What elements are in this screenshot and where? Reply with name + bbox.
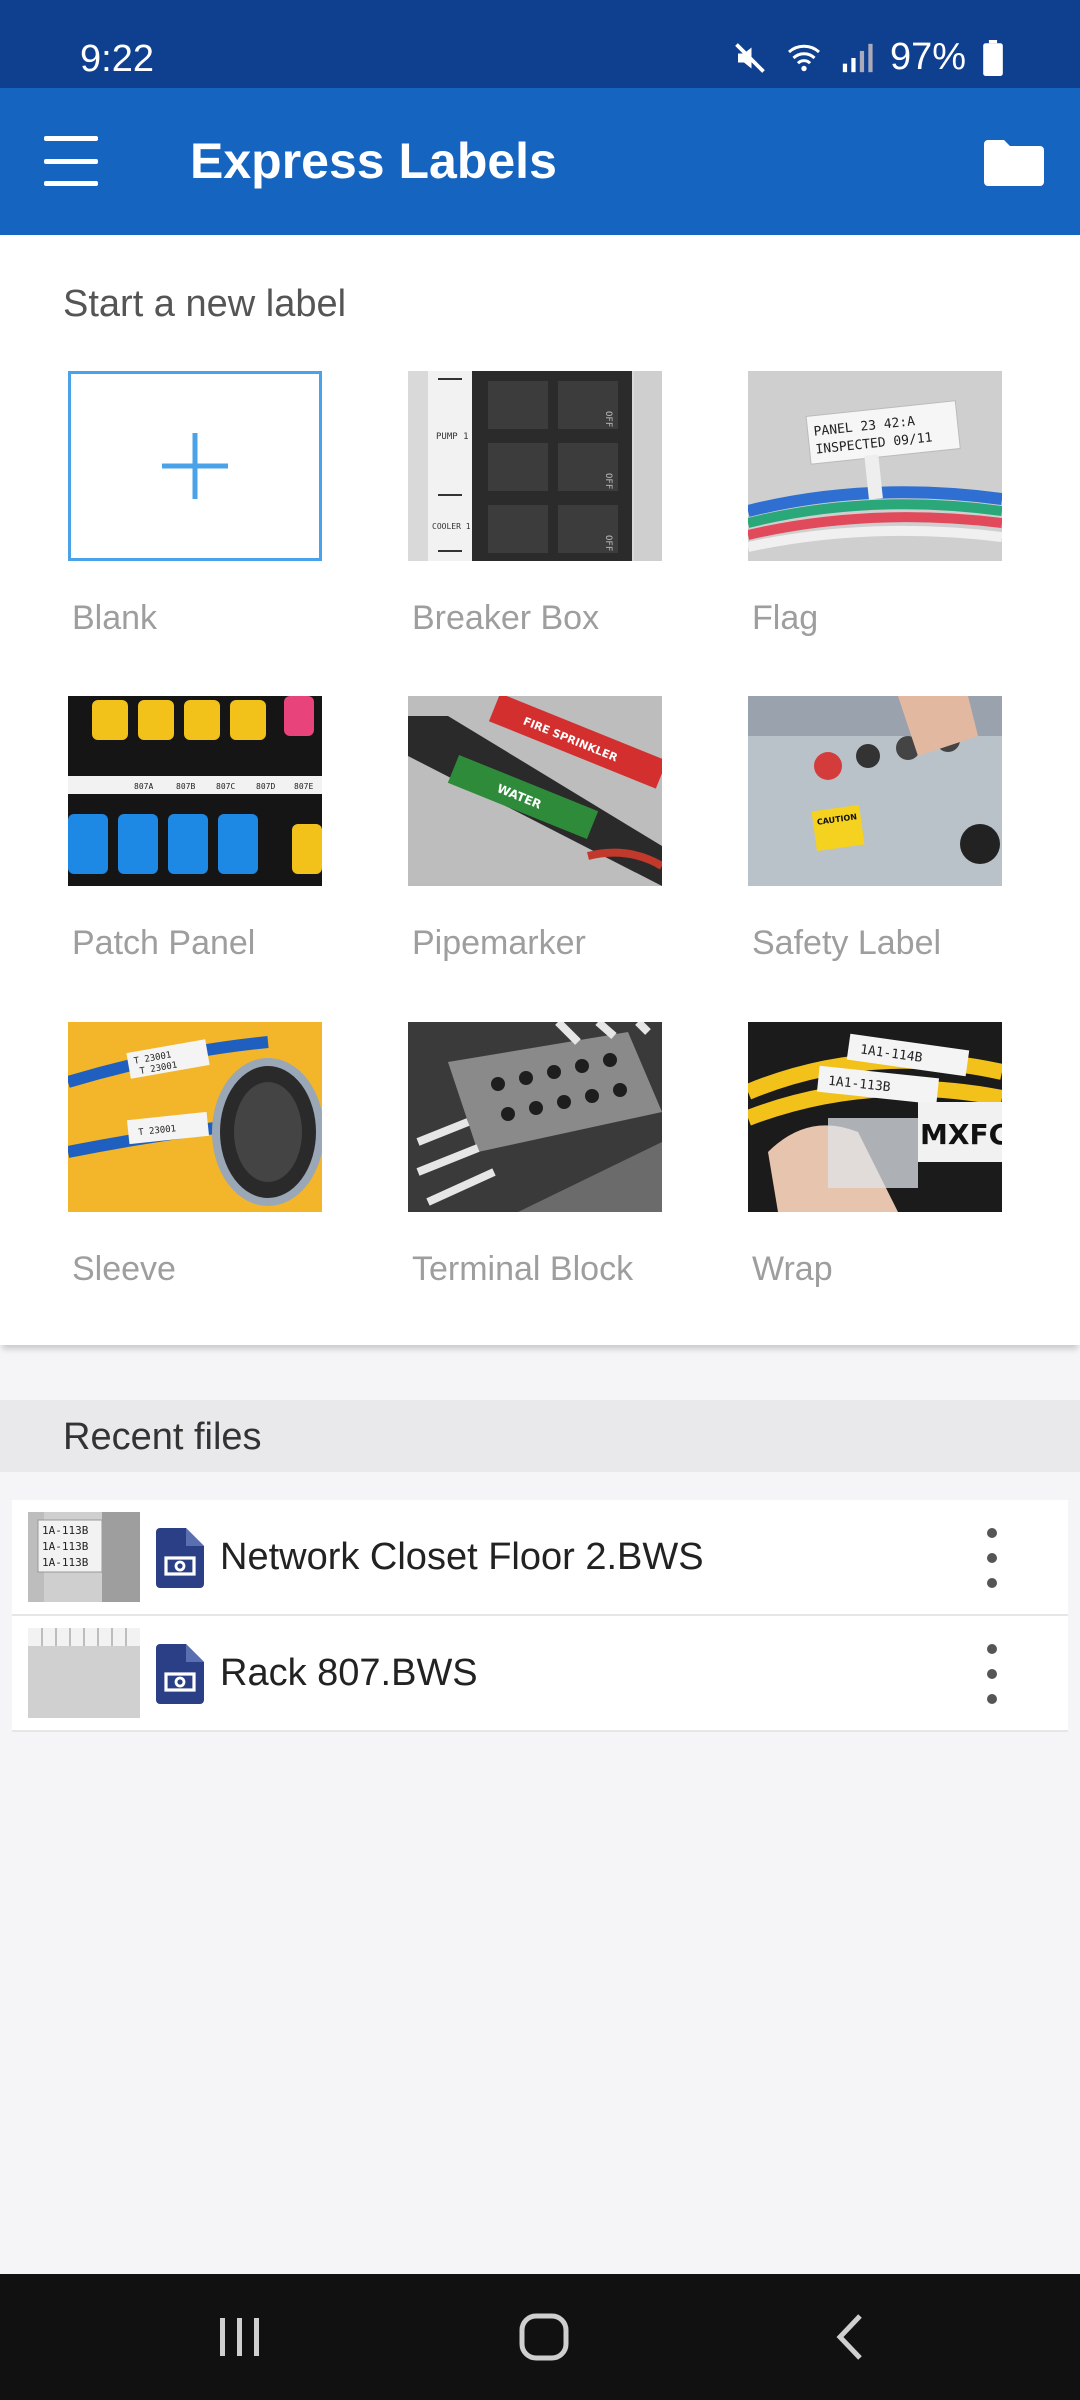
sleeve-thumb: T 23001 T 23001 T 23001 xyxy=(68,1022,322,1212)
recent-files-title: Recent files xyxy=(63,1416,262,1458)
wifi-icon xyxy=(787,44,820,71)
system-nav-bar xyxy=(0,2274,1080,2400)
template-label: Terminal Block xyxy=(412,1250,634,1288)
wrap-label-3: MXFC xyxy=(920,1118,1002,1151)
terminal-block-thumb xyxy=(408,1022,662,1212)
recent-apps-icon[interactable] xyxy=(210,2312,270,2362)
battery-percent: 97% xyxy=(889,36,966,78)
recent-files-list: 1A-113B 1A-113B 1A-113B Network Closet F… xyxy=(12,1500,1068,1732)
template-pipemarker[interactable]: FIRE SPRINKLER WATER Pipemarker xyxy=(408,696,662,963)
more-options-icon[interactable] xyxy=(980,1528,1004,1588)
patch-panel-thumb: 807A 807B 807C 807D 807E xyxy=(68,696,322,886)
pipemarker-thumb: FIRE SPRINKLER WATER xyxy=(408,696,662,886)
section-title: Start a new label xyxy=(63,283,347,325)
patch-port-1: 807A xyxy=(134,782,153,791)
folder-icon[interactable] xyxy=(984,138,1044,186)
thumb-label-line-2: 1A-113B xyxy=(42,1540,89,1553)
status-bar: 9:22 97% xyxy=(0,0,1080,88)
template-flag[interactable]: PANEL 23 42:A INSPECTED 09/11 Flag xyxy=(748,371,1002,638)
flag-thumb: PANEL 23 42:A INSPECTED 09/11 xyxy=(748,371,1002,561)
file-thumbnail: 1A-113B 1A-113B 1A-113B xyxy=(28,1512,140,1602)
wrap-thumb: 1A1-114B 1A1-113B MXFC xyxy=(748,1022,1002,1212)
signal-icon xyxy=(842,43,873,72)
thumb-label-line-3: 1A-113B xyxy=(42,1556,89,1569)
home-icon[interactable] xyxy=(512,2312,576,2362)
file-name: Network Closet Floor 2.BWS xyxy=(220,1536,704,1578)
template-sleeve[interactable]: T 23001 T 23001 T 23001 Sleeve xyxy=(68,1022,322,1289)
template-label: Safety Label xyxy=(752,924,942,962)
breaker-label-2: COOLER 1 xyxy=(432,522,471,531)
file-name: Rack 807.BWS xyxy=(220,1652,478,1694)
patch-port-3: 807C xyxy=(216,782,235,791)
template-label: Flag xyxy=(752,599,819,637)
template-safety-label[interactable]: CAUTION Safety Label xyxy=(748,696,1002,963)
template-patch-panel[interactable]: 807A 807B 807C 807D 807E Patch Panel xyxy=(68,696,322,963)
status-time: 9:22 xyxy=(80,38,154,80)
template-label: Breaker Box xyxy=(412,599,600,637)
recent-file-row[interactable]: 1A-113B 1A-113B 1A-113B Network Closet F… xyxy=(12,1500,1068,1616)
breaker-off-1: OFF xyxy=(603,411,613,427)
template-label: Pipemarker xyxy=(412,924,586,962)
bws-file-icon xyxy=(156,1644,204,1704)
template-label: Patch Panel xyxy=(72,924,256,962)
template-terminal-block[interactable]: Terminal Block xyxy=(408,1022,662,1289)
blank-thumb xyxy=(68,371,322,561)
recent-files-header: Recent files xyxy=(0,1400,1080,1472)
safety-label-thumb: CAUTION xyxy=(748,696,1002,886)
breaker-off-2: OFF xyxy=(603,473,613,489)
battery-icon xyxy=(983,39,1003,76)
template-label: Sleeve xyxy=(72,1250,176,1288)
breaker-off-3: OFF xyxy=(603,535,613,551)
recent-file-row[interactable]: Rack 807.BWS xyxy=(12,1616,1068,1732)
patch-port-2: 807B xyxy=(176,782,195,791)
app-bar: Express Labels xyxy=(0,88,1080,235)
file-thumbnail xyxy=(28,1628,140,1718)
template-breaker-box[interactable]: PUMP 1 COOLER 1 OFF OFF OFF Breaker Box xyxy=(408,371,662,638)
templates-section: Start a new label Blank PUMP 1 COOLER 1 … xyxy=(0,235,1080,1345)
more-options-icon[interactable] xyxy=(980,1644,1004,1704)
bws-file-icon xyxy=(156,1528,204,1588)
template-wrap[interactable]: 1A1-114B 1A1-113B MXFC Wrap xyxy=(748,1022,1002,1289)
mute-icon xyxy=(735,42,765,73)
thumb-label-line-1: 1A-113B xyxy=(42,1524,89,1537)
breaker-box-thumb: PUMP 1 COOLER 1 OFF OFF OFF xyxy=(408,371,662,561)
patch-port-4: 807D xyxy=(256,782,275,791)
plus-icon xyxy=(162,433,228,499)
app-title: Express Labels xyxy=(190,133,557,189)
breaker-label-1: PUMP 1 xyxy=(436,432,469,442)
hamburger-icon[interactable] xyxy=(44,136,98,186)
template-label: Blank xyxy=(72,599,158,637)
back-icon[interactable] xyxy=(820,2312,880,2362)
patch-port-5: 807E xyxy=(294,782,313,791)
template-blank[interactable]: Blank xyxy=(68,371,322,638)
template-label: Wrap xyxy=(752,1250,833,1288)
status-icons: 97% xyxy=(732,36,1004,79)
